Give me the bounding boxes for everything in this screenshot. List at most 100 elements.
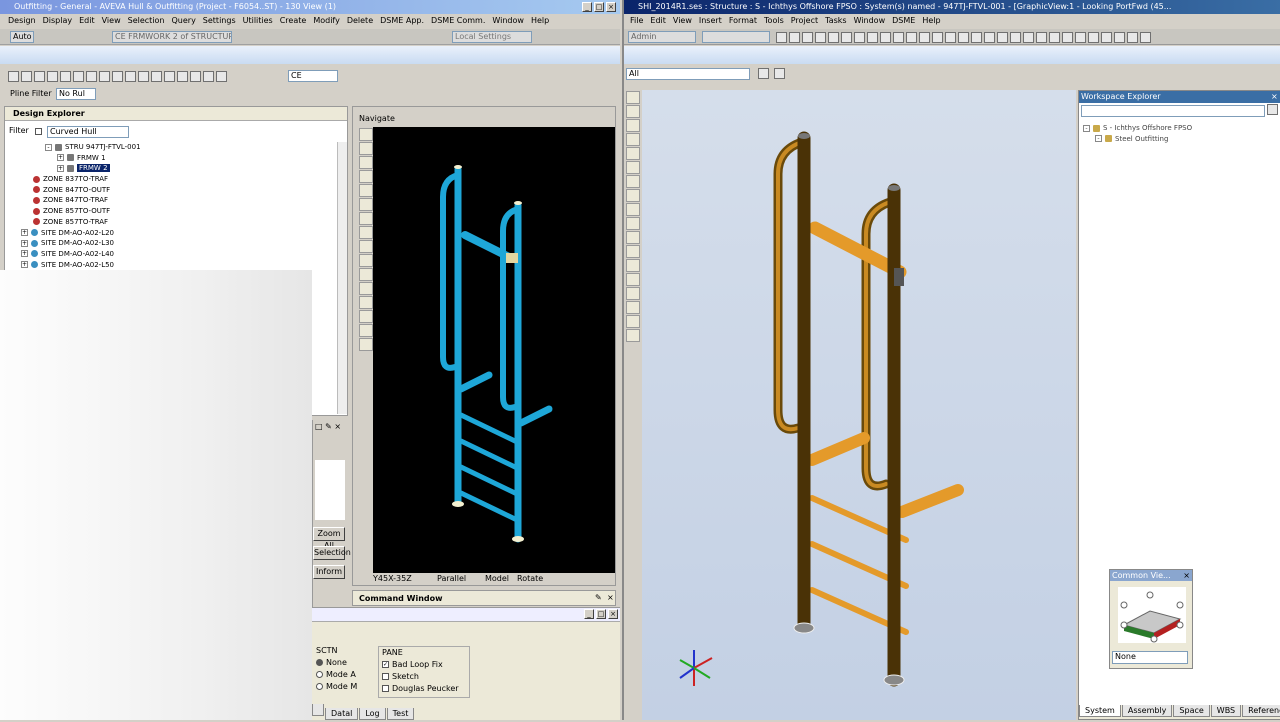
tree-item[interactable]: ZONE 857TO-TRAF <box>9 217 339 228</box>
close-icon[interactable]: × <box>1183 570 1190 581</box>
toolbar-icon[interactable] <box>867 32 878 43</box>
expand-toggle-icon[interactable]: + <box>21 239 28 247</box>
role-combo[interactable]: Admin <box>628 31 696 43</box>
toolbar-icon[interactable] <box>151 71 162 82</box>
tool-icon[interactable] <box>626 287 640 300</box>
all-filter-combo[interactable]: All <box>626 68 750 80</box>
nav-tool-icon[interactable] <box>359 142 373 155</box>
toolbar-icon[interactable] <box>1127 32 1138 43</box>
tool-icon[interactable] <box>626 259 640 272</box>
toolbar-icon[interactable] <box>1140 32 1151 43</box>
tool-icon[interactable] <box>626 203 640 216</box>
workspace-tree-item[interactable]: - S - Ichthys Offshore FPSO <box>1083 123 1273 134</box>
left-menu-modify[interactable]: Modify <box>313 16 340 25</box>
maximize-icon[interactable]: □ <box>594 2 604 12</box>
tab-assembly[interactable]: Assembly <box>1121 705 1173 717</box>
tool-icon[interactable] <box>626 147 640 160</box>
toolbar-icon[interactable] <box>86 71 97 82</box>
toolbar-icon[interactable] <box>906 32 917 43</box>
nav-tool-icon[interactable] <box>359 128 373 141</box>
navigate-viewport[interactable] <box>373 127 615 573</box>
common-view-cube-icon[interactable] <box>1110 581 1194 647</box>
tool-icon[interactable] <box>626 315 640 328</box>
tool-icon[interactable] <box>626 329 640 342</box>
tab-reference-3d[interactable]: Reference 3D <box>1242 705 1280 717</box>
pin-icon[interactable]: ✎ <box>595 593 602 602</box>
toolbar-icon[interactable] <box>1088 32 1099 43</box>
tool-icon[interactable] <box>626 161 640 174</box>
selection-button[interactable]: Selection <box>313 546 351 560</box>
expand-toggle-icon[interactable]: + <box>21 261 28 269</box>
left-menu-selection[interactable]: Selection <box>128 16 165 25</box>
expand-toggle-icon[interactable]: + <box>21 250 28 258</box>
toolbar-icon[interactable] <box>1023 32 1034 43</box>
left-menu-utilities[interactable]: Utilities <box>243 16 273 25</box>
right-menu-tools[interactable]: Tools <box>764 16 784 25</box>
ce-combo[interactable]: CE FRMWORK 2 of STRUCTURE <box>112 31 232 43</box>
toolbar-icon[interactable] <box>984 32 995 43</box>
right-menu-help[interactable]: Help <box>922 16 940 25</box>
tree-scrollbar[interactable] <box>337 142 347 414</box>
toolbar-icon[interactable] <box>1114 32 1125 43</box>
expand-toggle-icon[interactable]: - <box>45 143 52 151</box>
workspace-tree-item[interactable]: - Steel Outfitting <box>1083 134 1273 145</box>
left-menu-window[interactable]: Window <box>492 16 524 25</box>
left-menu-query[interactable]: Query <box>171 16 195 25</box>
left-menu-display[interactable]: Display <box>43 16 73 25</box>
toolbar-icon[interactable] <box>893 32 904 43</box>
toolbar-icon[interactable] <box>919 32 930 43</box>
right-menu-edit[interactable]: Edit <box>650 16 666 25</box>
tab-space[interactable]: Space <box>1173 705 1210 717</box>
left-menu-dsme-comm[interactable]: DSME Comm. <box>431 16 485 25</box>
toolbar-icon[interactable] <box>1010 32 1021 43</box>
sctn-option-none[interactable]: None <box>316 658 376 667</box>
sketch-checkbox[interactable]: Sketch <box>382 672 466 681</box>
expand-toggle-icon[interactable]: + <box>57 154 64 162</box>
tree-item[interactable]: + SITE DM-AO-A02-L40 <box>9 249 339 260</box>
toolbar-icon[interactable] <box>216 71 227 82</box>
tree-item[interactable]: + SITE DM-AO-A02-L20 <box>9 228 339 239</box>
close-icon[interactable]: × <box>606 2 616 12</box>
toolbar-icon[interactable] <box>47 71 58 82</box>
right-menu-window[interactable]: Window <box>854 16 886 25</box>
nav-tool-icon[interactable] <box>359 156 373 169</box>
close-icon[interactable]: × <box>1271 91 1278 103</box>
toolbar-icon[interactable] <box>854 32 865 43</box>
tool-icon[interactable] <box>626 119 640 132</box>
nav-tool-icon[interactable] <box>359 310 373 323</box>
maximize-icon[interactable]: □ <box>596 609 606 619</box>
left-menu-edit[interactable]: Edit <box>79 16 95 25</box>
nav-tool-icon[interactable] <box>359 170 373 183</box>
toolbar-icon[interactable] <box>880 32 891 43</box>
local-settings-combo[interactable]: Local Settings <box>452 31 532 43</box>
filter-combo[interactable]: Curved Hull <box>47 126 129 138</box>
zoom-icon[interactable] <box>359 184 373 197</box>
bad-loop-fix-checkbox[interactable]: ✓ Bad Loop Fix <box>382 660 466 669</box>
pline-filter-combo[interactable]: No Rul <box>56 88 96 100</box>
left-menu-help[interactable]: Help <box>531 16 549 25</box>
right-menu-dsme[interactable]: DSME <box>892 16 915 25</box>
toolbar-icon[interactable] <box>945 32 956 43</box>
toolbar-icon[interactable] <box>60 71 71 82</box>
left-menu-settings[interactable]: Settings <box>203 16 236 25</box>
toolbar-icon[interactable] <box>802 32 813 43</box>
nav-tool-icon[interactable] <box>359 254 373 267</box>
left-menu-view[interactable]: View <box>102 16 121 25</box>
auto-combo[interactable]: Auto <box>10 31 34 43</box>
tree-item[interactable]: ZONE 847TO-OUTF <box>9 185 339 196</box>
toolbar-icon[interactable] <box>997 32 1008 43</box>
toolbar-icon[interactable] <box>1267 104 1278 115</box>
toolbar-icon[interactable] <box>841 32 852 43</box>
toolbar-icon[interactable] <box>125 71 136 82</box>
nav-tool-icon[interactable] <box>359 296 373 309</box>
tree-item[interactable]: + SITE DM-AO-A02-L50 <box>9 260 339 271</box>
tree-item[interactable]: + FRMW 2 <box>9 163 339 174</box>
toolbar-icon[interactable] <box>1049 32 1060 43</box>
tree-item[interactable]: ZONE 857TO-OUTF <box>9 206 339 217</box>
ce-field[interactable]: CE <box>288 70 338 82</box>
left-menu-design[interactable]: Design <box>8 16 36 25</box>
tree-item[interactable]: + FRMW 1 <box>9 153 339 164</box>
toolbar-icon[interactable] <box>815 32 826 43</box>
tool-combo[interactable] <box>702 31 770 43</box>
right-menu-view[interactable]: View <box>673 16 692 25</box>
